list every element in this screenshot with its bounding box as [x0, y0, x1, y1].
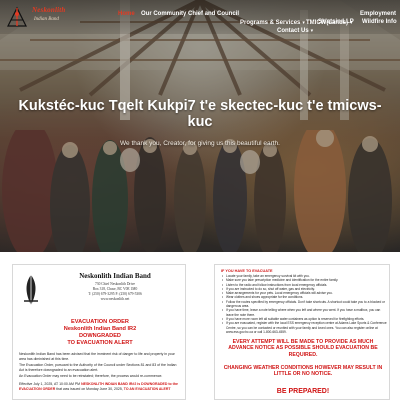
notices-section: Neskonlith Indian Band 730 Chief Neskonl… — [0, 252, 400, 400]
top-navigation-bar: Neskonlith Indian Band Home Our Communit… — [0, 0, 400, 34]
feather-logo-icon[interactable] — [4, 4, 30, 28]
order-status-1: DOWNGRADED — [79, 333, 121, 339]
para-4-end: TO AN EVACUATION ALERT — [123, 386, 171, 391]
nav-wildfire-info[interactable]: Wildfire Info — [362, 19, 397, 25]
evacuation-checklist: IF YOU HAVE TO EVACUATE Locate your fami… — [221, 269, 387, 334]
chevron-down-icon: ▾ — [310, 28, 314, 34]
checklist-item: If you are evacuated, register with the … — [221, 321, 387, 334]
checklist-item: Follow the routes specified by emergency… — [221, 300, 387, 309]
notice-website[interactable]: www.neskonlith.net — [55, 297, 175, 301]
logo-name[interactable]: Neskonlith — [32, 6, 66, 14]
notice-paragraph-3: An Evacuation Order may need to be reins… — [19, 374, 163, 378]
order-title: EVACUATION ORDER — [71, 319, 129, 325]
notice-phone: T: (250) 679-3295 F: (250) 679-5306 — [88, 292, 142, 296]
order-area: Neskonlith Indian Band IR2 — [63, 326, 137, 332]
para-4-prefix: Effective July 1, 2025, AT 10:00 AM PM — [19, 382, 81, 386]
nav-skatsin-llp[interactable]: Sk'atsin LLP — [318, 19, 354, 25]
para-4-suffix: that was issued on Monday June 30, 2025, — [56, 386, 123, 391]
hero-subtitle: We thank you, Creator, for giving us thi… — [120, 140, 280, 147]
advance-notice-warning: EVERY ATTEMPT WILL BE MADE TO PROVIDE AS… — [228, 339, 378, 358]
nav-contact-label: Contact Us — [277, 28, 309, 34]
evacuation-order-notice[interactable]: Neskonlith Indian Band 730 Chief Neskonl… — [12, 264, 186, 400]
notice-paragraph-2: The Evacuation Order, pursuant to the Au… — [19, 363, 177, 372]
nav-chief-and-council[interactable]: Chief and Council — [188, 11, 239, 17]
band-logo-icon — [24, 275, 38, 305]
notice-org-name: Neskonlith Indian Band — [79, 272, 151, 280]
checklist-item: If you have time, leave a note telling w… — [221, 308, 387, 317]
notice-paragraph-1: Neskonlith Indian Band has been advised … — [19, 352, 175, 361]
logo-subtitle: Indian Band — [34, 17, 59, 22]
notice-paragraph-4: Effective July 1, 2025, AT 10:00 AM PM N… — [19, 382, 181, 391]
order-status-2: TO EVACUATION ALERT — [67, 340, 133, 346]
hero-banner: Neskonlith Indian Band Home Our Communit… — [0, 0, 400, 252]
notice-address-1: 730 Chief Neskonlith Drive — [94, 282, 136, 286]
hero-title: Kukstéc-kuc Tqelt Kukpi7 t'e skectec-kuc… — [18, 98, 382, 130]
checklist-heading: IF YOU HAVE TO EVACUATE — [221, 269, 273, 273]
weather-warning: CHANGING WEATHER CONDITIONS HOWEVER MAY … — [223, 365, 383, 378]
be-prepared-warning: BE PREPARED! — [276, 388, 330, 395]
nav-employment[interactable]: Employment — [360, 11, 396, 17]
nav-home[interactable]: Home — [118, 11, 135, 17]
nav-our-community[interactable]: Our Community — [141, 11, 186, 17]
notice-address-2: Box 318, Chase, BC V0E 1M0 — [92, 287, 138, 291]
nav-contact-us[interactable]: Contact Us ▾ — [277, 19, 313, 37]
evacuation-guidance-notice[interactable]: IF YOU HAVE TO EVACUATE Locate your fami… — [214, 264, 390, 400]
